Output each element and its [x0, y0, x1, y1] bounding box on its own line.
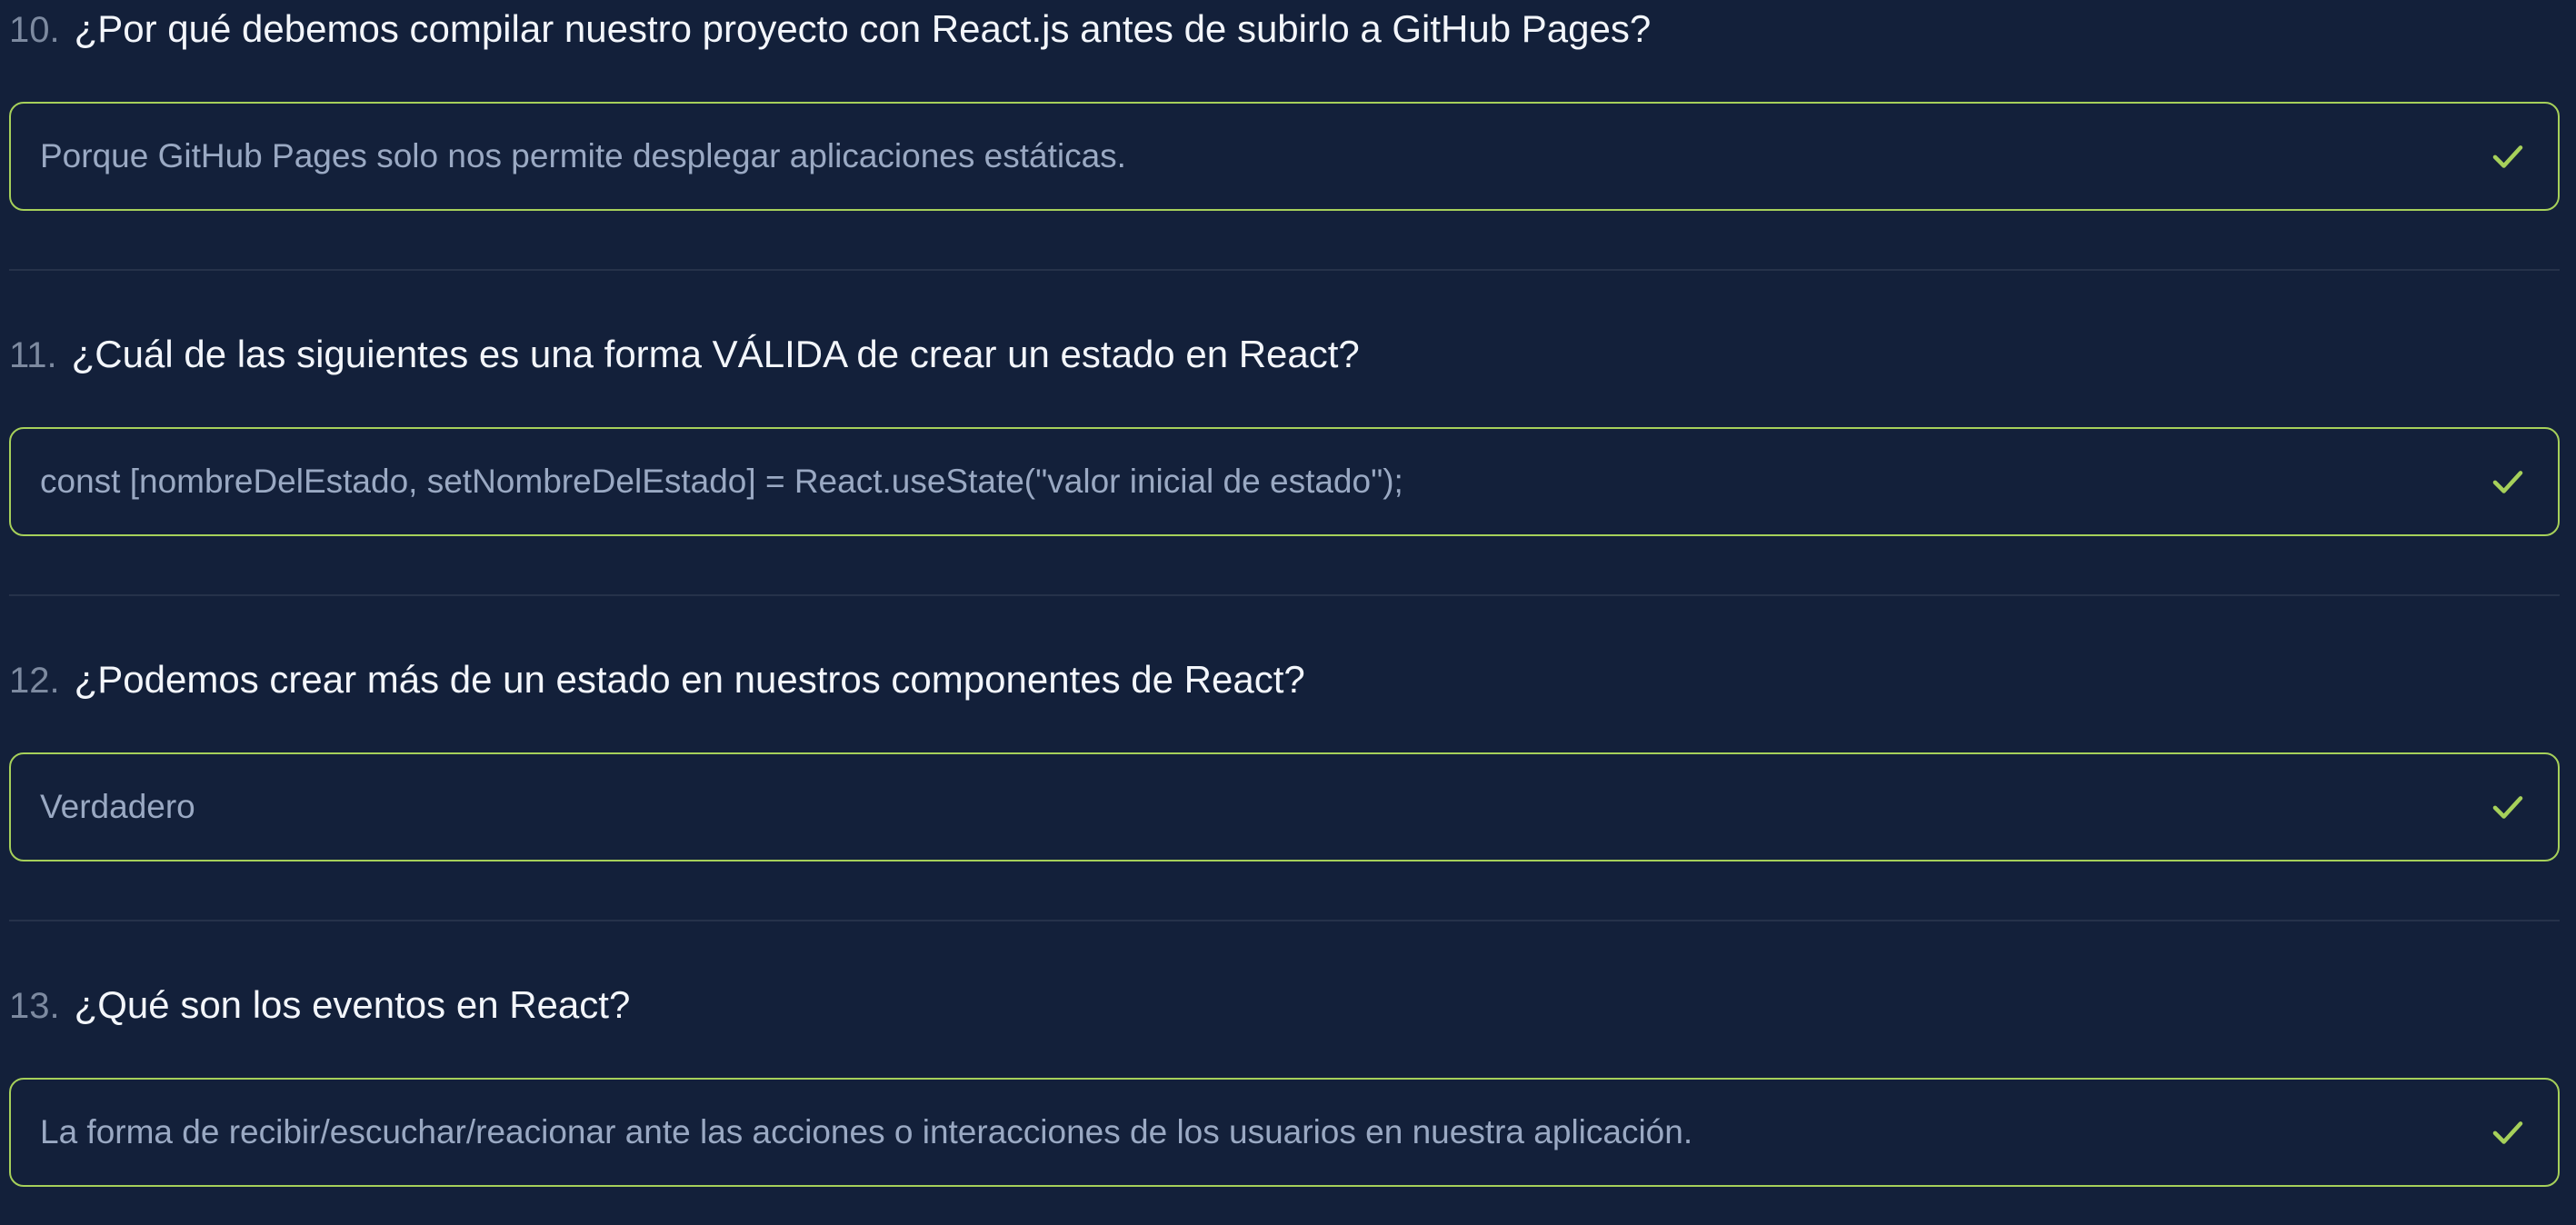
question-header: 12. ¿Podemos crear más de un estado en n… — [9, 658, 1305, 712]
answer-text: const [nombreDelEstado, setNombreDelEsta… — [40, 463, 1403, 500]
question-text: ¿Cuál de las siguientes es una forma VÁL… — [71, 333, 1360, 375]
answer-option[interactable]: const [nombreDelEstado, setNombreDelEsta… — [9, 427, 2560, 536]
answer-option[interactable]: La forma de recibir/escuchar/reacionar a… — [9, 1078, 2560, 1187]
answer-option[interactable]: Verdadero — [9, 752, 2560, 861]
check-icon — [2492, 145, 2523, 168]
check-icon — [2492, 1121, 2523, 1144]
question-header: 11. ¿Cuál de las siguientes es una forma… — [9, 333, 1360, 387]
divider — [9, 269, 2560, 271]
answer-text: La forma de recibir/escuchar/reacionar a… — [40, 1113, 1693, 1150]
check-icon — [2492, 796, 2523, 819]
question-text: ¿Por qué debemos compilar nuestro proyec… — [74, 7, 1652, 50]
question-number: 12. — [9, 661, 60, 701]
question-text: ¿Podemos crear más de un estado en nuest… — [74, 658, 1305, 701]
divider — [9, 920, 2560, 921]
question-number: 10. — [9, 10, 60, 50]
question-header: 13. ¿Qué son los eventos en React? — [9, 983, 630, 1038]
divider — [9, 594, 2560, 596]
answer-option[interactable]: Porque GitHub Pages solo nos permite des… — [9, 102, 2560, 211]
question-header: 10. ¿Por qué debemos compilar nuestro pr… — [9, 7, 1651, 62]
check-icon — [2492, 471, 2523, 493]
answer-text: Porque GitHub Pages solo nos permite des… — [40, 137, 1126, 174]
question-text: ¿Qué son los eventos en React? — [74, 983, 631, 1026]
question-number: 11. — [9, 335, 57, 375]
quiz-results: 10. ¿Por qué debemos compilar nuestro pr… — [0, 0, 2576, 1225]
question-number: 13. — [9, 986, 60, 1026]
answer-text: Verdadero — [40, 788, 195, 825]
